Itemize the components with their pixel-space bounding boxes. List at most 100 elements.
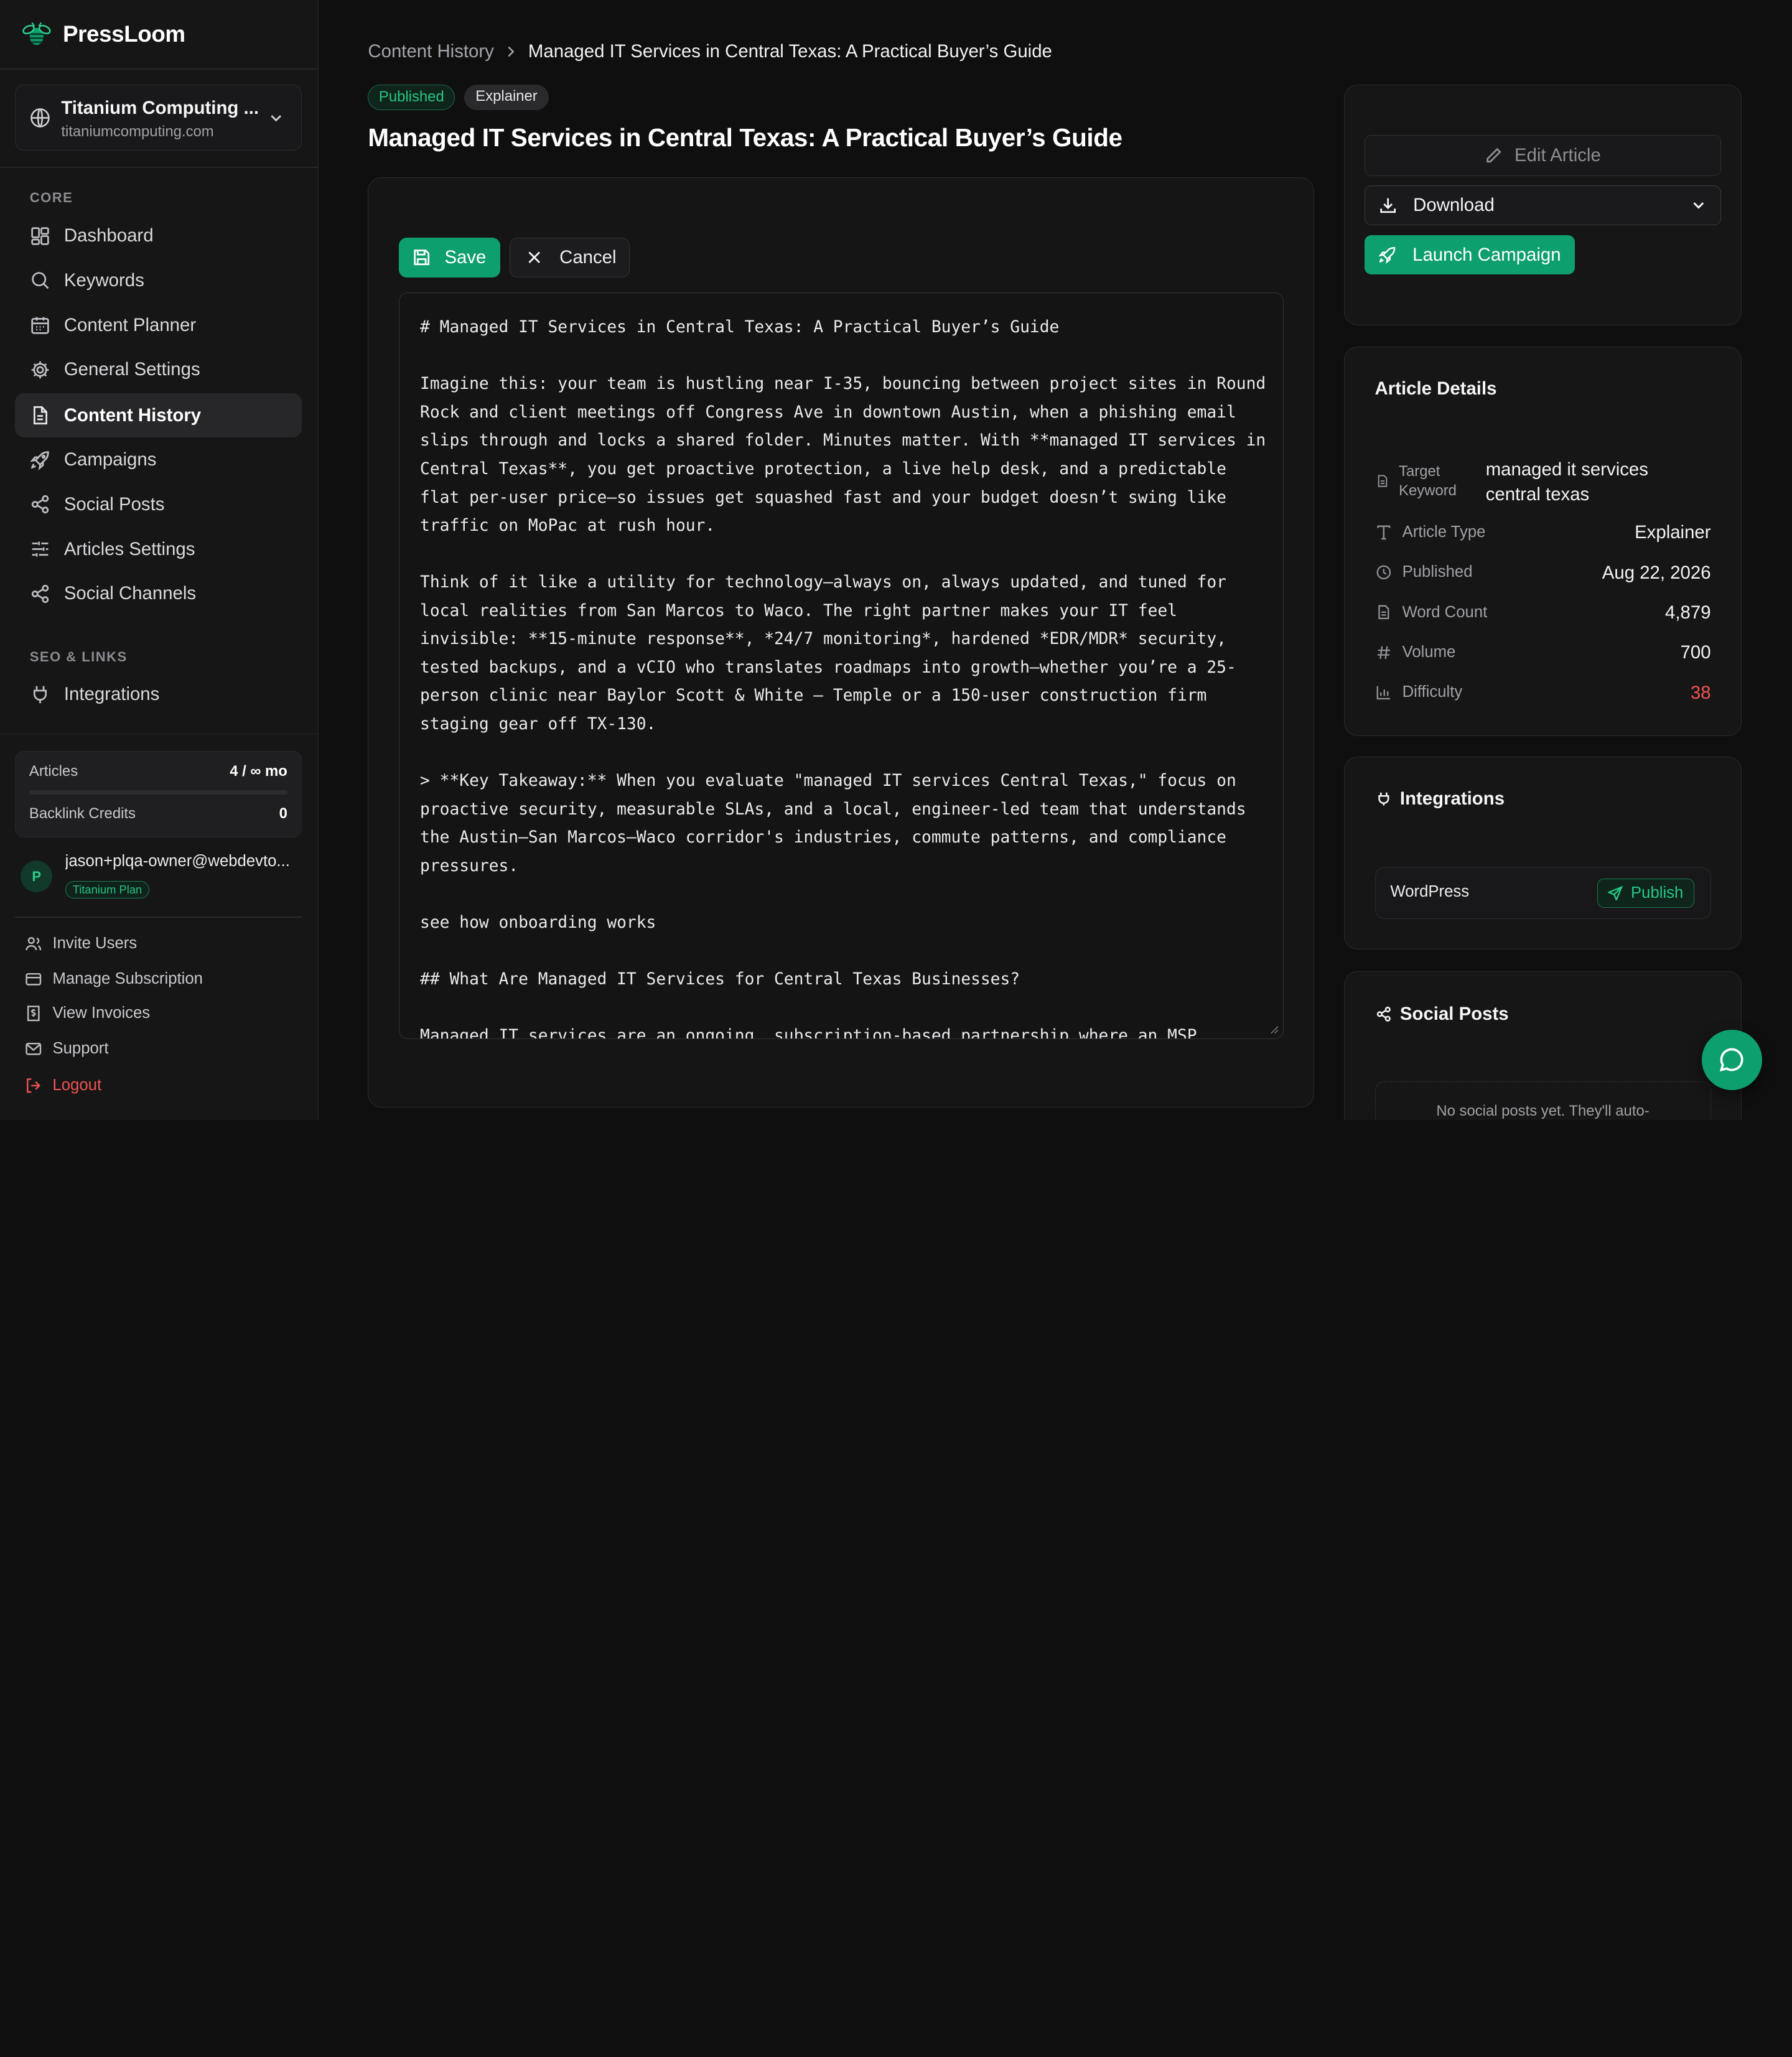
share-icon [31, 495, 49, 514]
bee-logo-icon [22, 22, 51, 45]
view-invoices-link[interactable]: View Invoices [25, 1004, 150, 1022]
brand[interactable]: PressLoom [22, 18, 185, 50]
support-label: Support [52, 1040, 109, 1058]
nav-section-seo: SEO & LINKS [29, 649, 128, 665]
chevron-right-icon [508, 46, 515, 57]
sidebar-item-campaigns[interactable]: Campaigns [15, 437, 302, 482]
chat-button[interactable] [1701, 1029, 1763, 1091]
detail-label-text: Published [1402, 563, 1473, 581]
search-icon [31, 272, 49, 289]
globe-icon [30, 108, 50, 128]
usage-articles-value: 4 / ∞ mo [230, 763, 287, 780]
sidebar-item-label: General Settings [63, 359, 200, 380]
save-button[interactable]: Save [399, 238, 501, 278]
rocket-icon [29, 451, 49, 470]
type-icon [1377, 525, 1391, 540]
sidebar-item-label: Integrations [63, 683, 160, 704]
document-icon [1378, 605, 1389, 620]
resize-handle-icon[interactable] [1270, 1025, 1279, 1035]
wordpress-label: WordPress [1390, 882, 1470, 900]
chat-bubble-icon [1720, 1048, 1744, 1072]
detail-label-text: Article Type [1402, 523, 1486, 541]
site-domain: titaniumcomputing.com [61, 123, 214, 140]
document-icon [33, 406, 47, 425]
plug-icon [1378, 793, 1389, 806]
article-badges: Published Explainer [368, 84, 549, 110]
integrations-title: Integrations [1376, 788, 1505, 809]
pencil-icon [1486, 147, 1502, 163]
receipt-icon [27, 1005, 40, 1022]
share-icon [31, 584, 49, 603]
publish-label: Publish [1631, 884, 1684, 902]
markdown-editor[interactable]: # Managed IT Services in Central Texas: … [399, 292, 1284, 1039]
word-count-label: Word Count [1376, 604, 1487, 622]
sidebar-item-social-posts[interactable]: Social Posts [15, 482, 302, 527]
sidebar-item-label: Keywords [63, 269, 144, 291]
invite-users-link[interactable]: Invite Users [25, 935, 137, 953]
clock-icon [1376, 565, 1391, 580]
target-keyword-value: managed it services central texas [1485, 459, 1648, 505]
share-icon [1377, 1006, 1391, 1022]
usage-backlinks: Backlink Credits 0 [29, 805, 287, 823]
app-root: PressLoom Titanium Computing ... titaniu… [0, 0, 1792, 1120]
close-icon [528, 251, 541, 264]
mail-icon [26, 1043, 42, 1055]
users-icon [26, 937, 42, 951]
logout-link[interactable]: Logout [25, 1076, 101, 1094]
cancel-label: Cancel [559, 247, 617, 268]
download-dropdown[interactable]: Download [1365, 185, 1722, 225]
usage-articles: Articles 4 / ∞ mo [29, 763, 287, 780]
type-badge: Explainer [464, 84, 549, 110]
edit-article-label: Edit Article [1514, 144, 1601, 166]
integrations-card [1343, 756, 1742, 950]
plan-badge: Titanium Plan [65, 881, 150, 898]
sidebar-item-content-planner[interactable]: Content Planner [15, 303, 302, 348]
dashboard-icon [31, 227, 49, 245]
sidebar-item-label: Dashboard [63, 225, 154, 246]
manage-subscription-link[interactable]: Manage Subscription [25, 970, 203, 988]
download-label: Download [1413, 195, 1495, 216]
support-link[interactable]: Support [25, 1040, 109, 1058]
nav-section-core: CORE [29, 189, 73, 205]
credit-card-icon [26, 973, 42, 986]
sidebar-item-label: Content History [63, 404, 202, 426]
download-icon [1380, 198, 1396, 213]
chevron-down-icon [1693, 202, 1704, 209]
sidebar-item-general-settings[interactable]: General Settings [15, 347, 302, 392]
sidebar-item-integrations[interactable]: Integrations [15, 672, 302, 717]
sidebar-item-label: Content Planner [63, 314, 197, 335]
publish-button[interactable]: Publish [1597, 878, 1694, 908]
cancel-button[interactable]: Cancel [510, 238, 630, 278]
launch-campaign-button[interactable]: Launch Campaign [1365, 235, 1575, 274]
rocket-icon [1378, 246, 1396, 264]
page-title: Managed IT Services in Central Texas: A … [368, 123, 1122, 152]
manage-subscription-label: Manage Subscription [52, 970, 203, 988]
markdown-content: # Managed IT Services in Central Texas: … [420, 318, 1266, 1039]
breadcrumb-current: Managed IT Services in Central Texas: A … [528, 41, 1052, 62]
sliders-icon [32, 541, 49, 557]
divider [0, 167, 318, 168]
sidebar-item-label: Articles Settings [63, 538, 195, 559]
logout-icon [27, 1078, 41, 1093]
edit-article-button[interactable]: Edit Article [1365, 134, 1722, 176]
sidebar-item-content-history[interactable]: Content History [14, 393, 302, 438]
sidebar-item-label: Social Posts [63, 493, 165, 515]
published-value: Aug 22, 2026 [1602, 562, 1711, 583]
user-profile[interactable]: P jason+plqa-owner@webdevto... Titanium … [21, 851, 306, 903]
breadcrumb: Content History Managed IT Services in C… [368, 41, 1052, 62]
published-label: Published [1376, 563, 1472, 581]
sidebar-item-keywords[interactable]: Keywords [15, 258, 302, 303]
sidebar-item-dashboard[interactable]: Dashboard [15, 213, 302, 258]
site-switcher[interactable]: Titanium Computing ... titaniumcomputing… [14, 84, 302, 151]
sidebar: PressLoom Titanium Computing ... titaniu… [0, 0, 319, 1120]
social-posts-title: Social Posts [1376, 1004, 1509, 1025]
bar-chart-icon [1376, 686, 1391, 700]
difficulty-label: Difficulty [1376, 683, 1462, 701]
breadcrumb-parent[interactable]: Content History [368, 41, 493, 62]
sidebar-item-articles-settings[interactable]: Articles Settings [15, 527, 302, 572]
detail-label-text: Volume [1402, 643, 1456, 661]
usage-articles-label: Articles [29, 763, 78, 780]
integrations-title-text: Integrations [1399, 788, 1505, 809]
gear-icon [31, 361, 49, 378]
sidebar-item-social-channels[interactable]: Social Channels [15, 571, 302, 616]
